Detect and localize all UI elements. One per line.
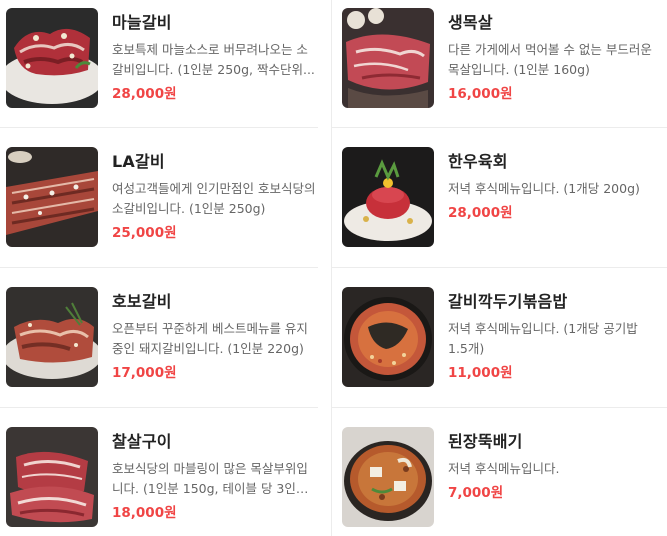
- menu-item-price: 28,000원: [448, 205, 513, 221]
- row-divider: [0, 127, 318, 128]
- row-divider: [332, 267, 667, 268]
- menu-item-price: 18,000원: [112, 505, 177, 521]
- menu-item-price: 16,000원: [448, 86, 513, 102]
- menu-item-description: 저녁 후식메뉴입니다. (1개당 200g): [448, 181, 640, 196]
- menu-item[interactable]: LA갈비 여성고객들에게 인기만점인 호보식당의 소갈비입니다. (1인분 25…: [6, 147, 318, 247]
- row-divider: [0, 267, 318, 268]
- menu-item[interactable]: 찰살구이 호보식당의 마블링이 많은 목살부위입니다. (1인분 150g, 테…: [6, 427, 318, 527]
- menu-item[interactable]: 생목살 다른 가게에서 먹어볼 수 없는 부드러운 목살입니다. (1인분 16…: [342, 8, 660, 108]
- menu-item-price: 17,000원: [112, 365, 177, 381]
- hanwoo-yukhoe-photo: [342, 147, 434, 247]
- hobo-galbi-photo: [6, 287, 98, 387]
- menu-item[interactable]: 호보갈비 오픈부터 꾸준하게 베스트메뉴를 유지중인 돼지갈비입니다. (1인분…: [6, 287, 318, 387]
- menu-item[interactable]: 된장뚝배기 저녁 후식메뉴입니다. 7,000원: [342, 427, 660, 527]
- menu-item[interactable]: 한우육회 저녁 후식메뉴입니다. (1개당 200g) 28,000원: [342, 147, 660, 247]
- menu-item-description: 다른 가게에서 먹어볼 수 없는 부드러운 목살입니다. (1인분 160g): [448, 42, 652, 77]
- menu-item-name: LA갈비: [112, 152, 165, 171]
- doenjang-stew-photo: [342, 427, 434, 527]
- menu-item-name: 마늘갈비: [112, 13, 172, 32]
- menu-item-name: 생목살: [448, 13, 493, 32]
- chalsal-gui-photo: [6, 427, 98, 527]
- menu-item-description: 오픈부터 꾸준하게 베스트메뉴를 유지중인 돼지갈비입니다. (1인분 220g…: [112, 321, 308, 356]
- menu-item-description: 저녁 후식메뉴입니다.: [448, 461, 560, 476]
- menu-item-price: 28,000원: [112, 86, 177, 102]
- menu-item-description: 호보특제 마늘소스로 버무려나오는 소갈비입니다. (1인분 250g, 짝수단…: [112, 42, 315, 77]
- menu-item-name: 된장뚝배기: [448, 432, 523, 451]
- column-divider: [331, 0, 332, 536]
- menu-item-name: 찰살구이: [112, 432, 172, 451]
- row-divider: [0, 407, 318, 408]
- menu-item-price: 11,000원: [448, 365, 513, 381]
- menu-item-price: 7,000원: [448, 485, 504, 501]
- la-galbi-photo: [6, 147, 98, 247]
- menu-item-description: 저녁 후식메뉴입니다. (1개당 공기밥 1.5개): [448, 321, 638, 356]
- menu-item-name: 한우육회: [448, 152, 508, 171]
- menu-item-description: 여성고객들에게 인기만점인 호보식당의 소갈비입니다. (1인분 250g): [112, 181, 316, 216]
- row-divider: [332, 407, 667, 408]
- menu-item-price: 25,000원: [112, 225, 177, 241]
- fried-rice-photo: [342, 287, 434, 387]
- garlic-galbi-photo: [6, 8, 98, 108]
- menu-item-name: 갈비깍두기볶음밥: [448, 292, 568, 311]
- menu-item-name: 호보갈비: [112, 292, 172, 311]
- menu-item-description: 호보식당의 마블링이 많은 목살부위입니다. (1인분 150g, 테이블 당 …: [112, 461, 308, 496]
- row-divider: [332, 127, 667, 128]
- menu-item[interactable]: 갈비깍두기볶음밥 저녁 후식메뉴입니다. (1개당 공기밥 1.5개) 11,0…: [342, 287, 660, 387]
- menu-item[interactable]: 마늘갈비 호보특제 마늘소스로 버무려나오는 소갈비입니다. (1인분 250g…: [6, 8, 318, 108]
- pork-neck-photo: [342, 8, 434, 108]
- menu-grid: 마늘갈비 호보특제 마늘소스로 버무려나오는 소갈비입니다. (1인분 250g…: [0, 0, 667, 536]
